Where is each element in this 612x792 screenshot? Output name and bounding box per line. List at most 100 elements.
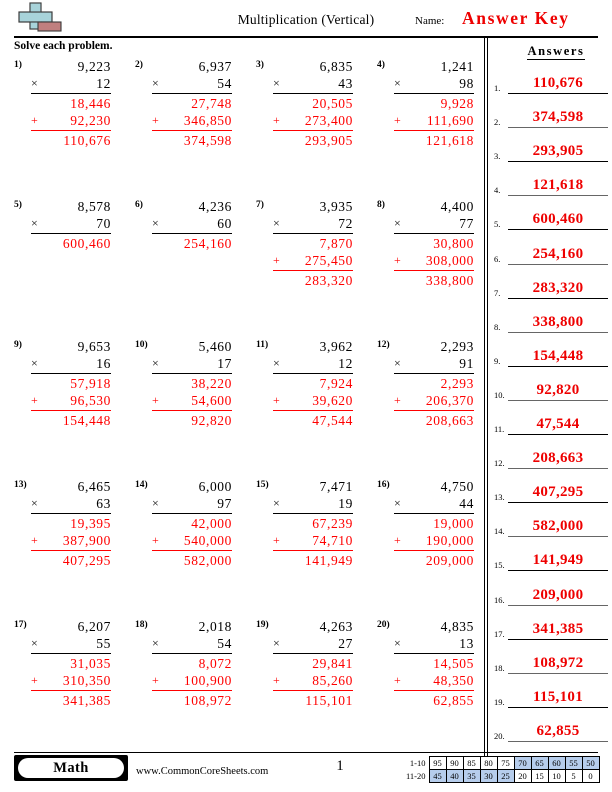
partial-product-1: 9,928 xyxy=(440,96,474,111)
product: 283,320 xyxy=(304,273,353,288)
answer-value: 108,972 xyxy=(532,654,584,671)
problem-5: 5) 8,578 × 70 600,460 xyxy=(0,196,121,336)
sum-rule xyxy=(394,270,474,271)
answer-row: 4. 121,618 xyxy=(492,163,612,197)
answer-value: 154,448 xyxy=(532,347,584,364)
answer-value: 92,820 xyxy=(536,381,580,398)
grading-cell: 35 xyxy=(462,769,481,783)
sum-rule xyxy=(394,410,474,411)
answer-row: 19. 115,101 xyxy=(492,675,612,709)
multiplier-line: × 98 xyxy=(394,75,474,92)
instruction-text: Solve each problem. xyxy=(14,40,113,52)
grading-cell: 50 xyxy=(581,756,600,770)
answer-row: 12. 208,663 xyxy=(492,436,612,470)
partial-product-2-value: 308,000 xyxy=(425,253,474,268)
partial-product-1: 18,446 xyxy=(70,96,111,111)
multiplier: 55 xyxy=(96,636,111,651)
answers-list: 1. 110,676 2. 374,598 3. 293,905 4. 121,618 5. 60… xyxy=(492,61,612,743)
answer-number: 13. xyxy=(494,492,505,503)
multiplier: 17 xyxy=(217,356,232,371)
partial-product-2: +310,350 xyxy=(31,672,111,689)
grading-row: 11-20 45 40 35 30 25 20 15 10 5 0 xyxy=(403,769,600,783)
partial-product-2: +92,230 xyxy=(31,112,111,129)
problem-row: 9) 9,653 × 16 57,918 +96,530 154,448 10) 5,460 × 1… xyxy=(0,336,484,476)
sum-rule xyxy=(31,410,111,411)
multiplier-line: × 12 xyxy=(273,355,353,372)
multiplier: 13 xyxy=(459,636,474,651)
problem-body: 8,578 × 70 600,460 xyxy=(31,198,111,252)
grading-cell: 45 xyxy=(428,769,447,783)
problem-body: 9,653 × 16 57,918 +96,530 154,448 xyxy=(31,338,111,429)
multiply-sign: × xyxy=(152,76,159,90)
product: 600,460 xyxy=(62,236,111,251)
answer-row: 11. 47,544 xyxy=(492,402,612,436)
multiply-sign: × xyxy=(394,76,401,90)
answer-number: 19. xyxy=(494,696,505,707)
answer-number: 11. xyxy=(494,424,505,435)
multiplier: 97 xyxy=(217,496,232,511)
problem-body: 4,263 × 27 29,841 +85,260 115,101 xyxy=(273,618,353,709)
problem-12: 12) 2,293 × 91 2,293 +206,370 208,663 xyxy=(363,336,484,476)
multiplicand: 6,000 xyxy=(198,479,232,494)
plus-sign: + xyxy=(273,533,280,547)
problem-number: 9) xyxy=(14,340,22,350)
answer-value: 374,598 xyxy=(532,109,584,126)
partial-product-1: 67,239 xyxy=(312,516,353,531)
grading-row-label: 1-10 xyxy=(409,758,426,768)
plus-sign: + xyxy=(394,253,401,267)
answer-blank-line xyxy=(508,570,608,572)
answer-value: 338,800 xyxy=(532,313,584,330)
problem-16: 16) 4,750 × 44 19,000 +190,000 209,000 xyxy=(363,476,484,616)
operation-rule xyxy=(394,233,474,234)
grading-cell: 10 xyxy=(547,769,566,783)
multiply-sign: × xyxy=(273,636,280,650)
partial-product-2-value: 310,350 xyxy=(62,673,111,688)
product: 209,000 xyxy=(425,553,474,568)
answer-value: 115,101 xyxy=(532,688,584,705)
problem-body: 4,236 × 60 254,160 xyxy=(152,198,232,252)
multiplier-line: × 55 xyxy=(31,635,111,652)
operation-rule xyxy=(394,653,474,654)
answers-heading: Answers xyxy=(500,38,612,61)
multiply-sign: × xyxy=(273,496,280,510)
partial-product-1: 14,505 xyxy=(433,656,474,671)
answer-blank-line xyxy=(508,604,608,606)
multiplier: 72 xyxy=(338,216,353,231)
answer-value: 47,544 xyxy=(536,416,580,433)
multiplier-line: × 44 xyxy=(394,495,474,512)
operation-rule xyxy=(273,233,353,234)
multiplicand: 5,460 xyxy=(198,339,232,354)
partial-product-1: 19,395 xyxy=(70,516,111,531)
operation-rule xyxy=(31,513,111,514)
multiply-sign: × xyxy=(394,636,401,650)
site-url: www.CommonCoreSheets.com xyxy=(136,766,269,777)
answer-blank-line xyxy=(508,263,608,265)
problem-number: 5) xyxy=(14,200,22,210)
answers-heading-text: Answers xyxy=(527,44,585,60)
problem-11: 11) 3,962 × 12 7,924 +39,620 47,544 xyxy=(242,336,363,476)
multiply-sign: × xyxy=(273,76,280,90)
answer-row: 14. 582,000 xyxy=(492,504,612,538)
answer-value: 600,460 xyxy=(532,211,584,228)
operation-rule xyxy=(273,513,353,514)
product: 338,800 xyxy=(425,273,474,288)
multiplier: 63 xyxy=(96,496,111,511)
multiplicand: 4,263 xyxy=(319,619,353,634)
problem-body: 6,937 × 54 27,748 +346,850 374,598 xyxy=(152,58,232,149)
answer-value: 293,905 xyxy=(532,143,584,160)
problem-1: 1) 9,223 × 12 18,446 +92,230 110,676 xyxy=(0,56,121,196)
problem-17: 17) 6,207 × 55 31,035 +310,350 341,385 xyxy=(0,616,121,748)
grading-row-label: 11-20 xyxy=(405,771,426,781)
problem-19: 19) 4,263 × 27 29,841 +85,260 115,101 xyxy=(242,616,363,748)
problem-body: 1,241 × 98 9,928 +111,690 121,618 xyxy=(394,58,474,149)
multiplicand: 6,207 xyxy=(77,619,111,634)
partial-product-2-value: 206,370 xyxy=(425,393,474,408)
plus-sign: + xyxy=(31,673,38,687)
sum-rule xyxy=(152,550,232,551)
partial-product-2-value: 275,450 xyxy=(304,253,353,268)
answer-number: 12. xyxy=(494,458,505,469)
product: 154,448 xyxy=(62,413,111,428)
multiplier: 43 xyxy=(338,76,353,91)
multiply-sign: × xyxy=(152,216,159,230)
answer-value: 283,320 xyxy=(532,279,584,296)
